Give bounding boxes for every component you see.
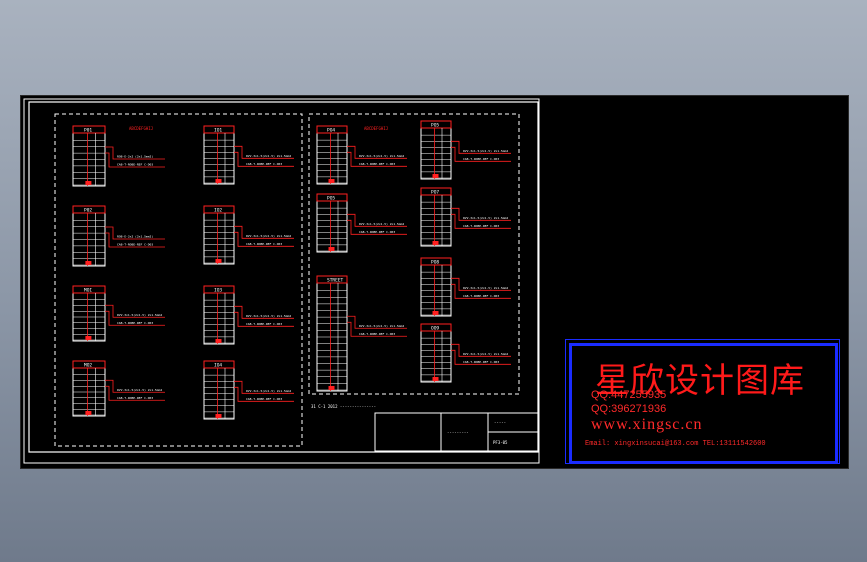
cable-spec: ROB-E-2x2 (2x1.5mm2) <box>117 155 153 159</box>
terminal-block-id: MO2 <box>84 363 92 369</box>
cable-spec: RVV-3x1.5(2x1.5) 2x1.5mm2 <box>359 154 404 158</box>
title-block-header: ----- <box>494 420 506 425</box>
terminal-block-id: IO2 <box>214 208 222 214</box>
terminal-block <box>316 275 348 392</box>
terminal-marker <box>328 179 335 183</box>
terminal-block <box>203 125 235 185</box>
cable-ref: CAB-T-ROBE-REF C-D03 <box>463 294 499 298</box>
cable-ref: CAB-T-ROBE-REF C-D03 <box>463 224 499 228</box>
terminal-block-id: MOI <box>84 288 92 294</box>
terminal-marker <box>85 411 92 415</box>
terminal-marker <box>85 181 92 185</box>
terminal-marker <box>215 339 222 343</box>
terminal-block-id: PO8 <box>431 260 439 266</box>
terminal-block <box>420 323 452 383</box>
terminal-block-id: P01 <box>84 128 92 134</box>
cable-ref: CAB-T-ROBE-REF C-D03 <box>117 321 153 325</box>
terminal-marker <box>85 261 92 265</box>
cad-viewport[interactable]: ABCDEFGHIJ ABCDEFGHIJ 31 C-1 2012 --------… <box>20 95 849 469</box>
terminal-block <box>420 187 452 247</box>
terminal-marker <box>328 247 335 251</box>
terminal-marker <box>432 311 439 315</box>
terminal-marker <box>328 386 335 390</box>
cable-spec: RVV-3x1.5(2x1.5) 2x1.5mm2 <box>246 314 291 318</box>
terminal-block <box>203 360 235 420</box>
cable-spec: RVV-3x1.5(2x1.5) 2x1.5mm2 <box>463 149 508 153</box>
terminal-marker <box>432 241 439 245</box>
cable-spec: RVV-3x1.5(2x1.5) 2x1.5mm2 <box>359 222 404 226</box>
terminal-block-id: STREET <box>327 278 344 284</box>
terminal-marker <box>215 414 222 418</box>
watermark-qq-2: QQ:396271936 <box>591 403 667 415</box>
group-left-title: ABCDEFGHIJ <box>129 126 153 131</box>
sheet-bottom-note: 31 C-1 2012 --------------- <box>311 404 376 409</box>
watermark-qq-1: QQ:447255935 <box>591 389 667 401</box>
terminal-block <box>316 193 348 253</box>
cable-ref: CAB-T-ROBE-REF C-D03 <box>246 242 282 246</box>
cable-ref: CAB-T-ROBE-REF C-D03 <box>463 360 499 364</box>
terminal-block-id: OO9 <box>431 326 439 332</box>
terminal-block <box>72 360 106 417</box>
cable-spec: RVV-3x1.5(2x1.5) 2x1.5mm2 <box>246 234 291 238</box>
title-block-name: --------- <box>447 430 469 435</box>
terminal-block <box>72 285 106 342</box>
terminal-marker <box>432 174 439 178</box>
cable-spec: ROB-E-2x2 (2x1.5mm2) <box>117 235 153 239</box>
terminal-block <box>203 205 235 265</box>
terminal-block <box>72 205 106 267</box>
terminal-block-id: PO5 <box>431 123 439 129</box>
terminal-block <box>420 120 452 180</box>
cable-ref: CAB-T-ROBE-REF C-D03 <box>359 332 395 336</box>
terminal-marker <box>85 336 92 340</box>
cable-spec: RVV-3x1.5(2x1.5) 2x1.5mm2 <box>463 216 508 220</box>
cable-ref: CAB-T-ROBE-REF C-D03 <box>117 243 153 247</box>
terminal-marker <box>215 259 222 263</box>
cable-spec: RVV-3x1.5(2x1.5) 2x1.5mm2 <box>246 389 291 393</box>
watermark-website: www.xingsc.cn <box>591 416 703 433</box>
cable-ref: CAB-T-ROBE-REF C-D03 <box>117 163 153 167</box>
terminal-block <box>316 125 348 185</box>
title-block-code: PF3-05 <box>493 440 508 445</box>
cable-spec: RVV-3x1.5(2x1.5) 2x1.5mm2 <box>463 286 508 290</box>
terminal-block-id: IO1 <box>214 128 222 134</box>
cable-ref: CAB-T-ROBE-REF C-D03 <box>246 397 282 401</box>
terminal-block-id: PO5 <box>327 196 335 202</box>
cable-spec: RVV-3x1.5(2x1.5) 2x1.5mm2 <box>117 388 162 392</box>
terminal-block-id: IO3 <box>214 288 222 294</box>
terminal-marker <box>432 377 439 381</box>
cable-spec: RVV-3x1.5(2x1.5) 2x1.5mm2 <box>463 352 508 356</box>
terminal-block-id: PO4 <box>327 128 335 134</box>
terminal-block-id: IO4 <box>214 363 222 369</box>
cable-spec: RVV-3x1.5(2x1.5) 2x1.5mm2 <box>359 324 404 328</box>
cable-ref: CAB-T-ROBE-REF C-D03 <box>117 396 153 400</box>
terminal-marker <box>215 179 222 183</box>
terminal-block-id: PO7 <box>431 190 439 196</box>
cable-ref: CAB-T-ROBE-REF C-D03 <box>463 157 499 161</box>
cable-ref: CAB-T-ROBE-REF C-D03 <box>246 322 282 326</box>
cable-ref: CAB-T-ROBE-REF C-D03 <box>246 162 282 166</box>
terminal-block <box>203 285 235 345</box>
terminal-block-id: P02 <box>84 208 92 214</box>
watermark-stamp: 星欣设计图库 QQ:447255935 QQ:396271936 www.xin… <box>565 339 840 464</box>
cable-ref: CAB-T-ROBE-REF C-D03 <box>359 162 395 166</box>
terminal-block <box>72 125 106 187</box>
terminal-block <box>420 257 452 317</box>
cable-ref: CAB-T-ROBE-REF C-D03 <box>359 230 395 234</box>
watermark-email: Email: xingxinsucai@163.com TEL:13111542… <box>585 440 766 448</box>
group-right-title: ABCDEFGHIJ <box>364 126 388 131</box>
cable-spec: RVV-3x1.5(2x1.5) 2x1.5mm2 <box>117 313 162 317</box>
cable-spec: RVV-3x1.5(2x1.5) 2x1.5mm2 <box>246 154 291 158</box>
